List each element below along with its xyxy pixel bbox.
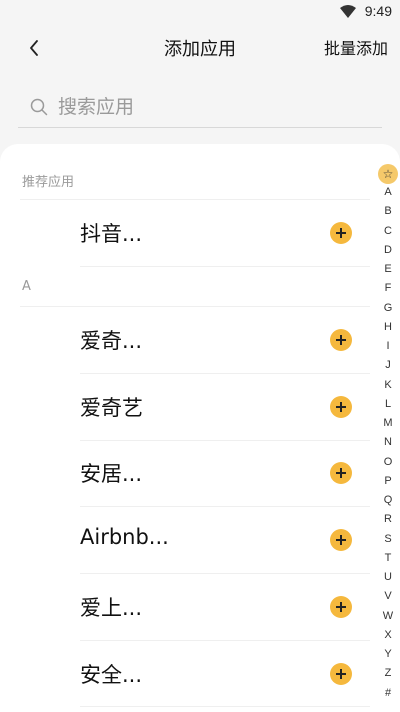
index-letter[interactable]: T xyxy=(376,552,400,564)
index-letter[interactable]: U xyxy=(376,571,400,583)
app-name: 安居... xyxy=(80,462,143,486)
plus-icon xyxy=(336,402,346,412)
index-letter[interactable]: H xyxy=(376,321,400,333)
add-app-button[interactable] xyxy=(330,462,352,484)
index-letter[interactable]: Q xyxy=(376,494,400,506)
add-app-button[interactable] xyxy=(330,663,352,685)
app-name: 抖音... xyxy=(80,222,143,246)
app-name: 爱奇艺 xyxy=(80,396,143,420)
index-letter[interactable]: K xyxy=(376,379,400,391)
index-letter[interactable]: W xyxy=(376,610,400,622)
index-letter[interactable]: # xyxy=(376,687,400,699)
index-letter[interactable]: B xyxy=(376,205,400,217)
alphabet-index-bar[interactable]: ☆ A B C D E F G H I J K L M N O P Q R S T U V W X Y Z # xyxy=(376,164,400,710)
add-app-button[interactable] xyxy=(330,529,352,551)
bulk-add-button[interactable]: 批量添加 xyxy=(324,35,388,59)
app-name: 爱上... xyxy=(80,596,143,620)
plus-icon xyxy=(336,468,346,478)
plus-icon xyxy=(336,669,346,679)
add-app-button[interactable] xyxy=(330,596,352,618)
status-bar: 9:49 xyxy=(0,0,400,24)
search-input[interactable] xyxy=(58,92,358,122)
add-app-button[interactable] xyxy=(330,222,352,244)
divider xyxy=(80,706,370,707)
plus-icon xyxy=(336,535,346,545)
app-row[interactable]: 爱奇... xyxy=(0,307,376,373)
plus-icon xyxy=(336,228,346,238)
index-letter[interactable]: V xyxy=(376,590,400,602)
index-letter[interactable]: D xyxy=(376,244,400,256)
app-name: 安全... xyxy=(80,663,143,687)
divider xyxy=(80,266,370,267)
index-letter[interactable]: P xyxy=(376,475,400,487)
search-icon xyxy=(30,98,48,116)
index-star-icon[interactable]: ☆ xyxy=(378,164,398,184)
index-letter[interactable]: M xyxy=(376,417,400,429)
plus-icon xyxy=(336,335,346,345)
app-name: 爱奇... xyxy=(80,329,143,353)
app-row[interactable]: 安全... xyxy=(0,641,376,707)
index-letter[interactable]: I xyxy=(376,340,400,352)
index-letter[interactable]: N xyxy=(376,436,400,448)
section-header-recommended: 推荐应用 xyxy=(22,175,75,190)
add-app-button[interactable] xyxy=(330,329,352,351)
index-letter[interactable]: O xyxy=(376,456,400,468)
app-row[interactable]: 爱奇艺 xyxy=(0,374,376,440)
index-letter[interactable]: E xyxy=(376,263,400,275)
search-field[interactable] xyxy=(18,88,382,128)
index-letter[interactable]: R xyxy=(376,513,400,525)
app-row[interactable]: 安居... xyxy=(0,440,376,506)
index-letter[interactable]: X xyxy=(376,629,400,641)
wifi-icon xyxy=(340,5,356,18)
app-row[interactable]: 爱上... xyxy=(0,574,376,640)
app-list-card: 推荐应用 抖音... A 爱奇... 爱奇艺 安居... Airbnb... 爱… xyxy=(0,144,400,712)
index-letter[interactable]: F xyxy=(376,282,400,294)
app-row[interactable]: Airbnb... xyxy=(0,507,376,573)
index-letter[interactable]: J xyxy=(376,359,400,371)
section-header-a: A xyxy=(22,279,31,294)
index-letter[interactable]: C xyxy=(376,225,400,237)
plus-icon xyxy=(336,602,346,612)
index-letter[interactable]: G xyxy=(376,302,400,314)
index-letter[interactable]: Z xyxy=(376,667,400,679)
app-row[interactable]: 抖音... xyxy=(0,200,376,266)
index-letter[interactable]: L xyxy=(376,398,400,410)
index-letter[interactable]: A xyxy=(376,186,400,198)
top-bar: 添加应用 批量添加 xyxy=(0,24,400,72)
index-letter[interactable]: Y xyxy=(376,648,400,660)
status-time: 9:49 xyxy=(364,3,392,19)
app-name: Airbnb... xyxy=(80,525,169,549)
index-letter[interactable]: S xyxy=(376,533,400,545)
add-app-button[interactable] xyxy=(330,396,352,418)
